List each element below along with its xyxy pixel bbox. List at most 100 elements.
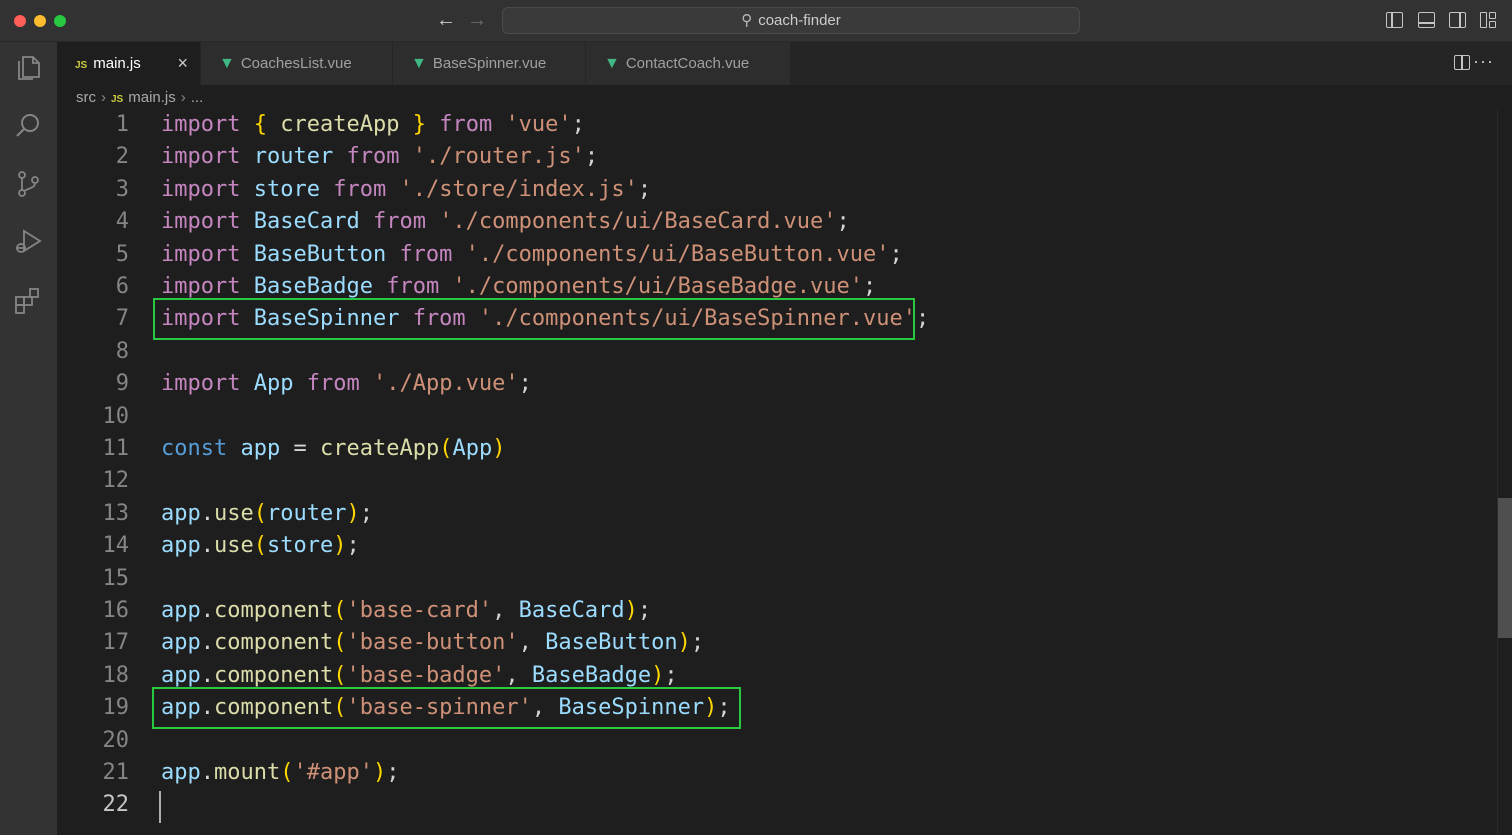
forward-arrow-icon[interactable]: → [467, 9, 487, 31]
code-text: app.mount('#app'); [161, 760, 400, 785]
workspace-name: coach-finder [758, 12, 841, 29]
code-line[interactable]: 15 [57, 563, 1457, 595]
code-line[interactable]: 8 [57, 336, 1457, 368]
code-text: import BaseSpinner from './components/ui… [161, 306, 930, 332]
search-icon[interactable] [12, 110, 44, 142]
explorer-icon[interactable] [12, 52, 44, 84]
line-number: 13 [102, 500, 130, 526]
line-number: 16 [102, 598, 130, 623]
code-text: import store from './store/index.js'; [161, 176, 652, 202]
line-number: 3 [115, 176, 129, 202]
search-icon: ⚲ [741, 12, 753, 29]
line-number: 22 [102, 792, 130, 818]
close-icon[interactable]: × [177, 42, 188, 85]
window-close-button[interactable] [14, 15, 26, 27]
line-number: 19 [102, 695, 130, 721]
vue-file-icon: ▼ [604, 55, 620, 72]
code-text: app.component('base-badge', BaseBadge); [161, 662, 678, 688]
code-text: import BaseButton from './components/ui/… [161, 241, 903, 267]
split-editor-icon[interactable] [1454, 55, 1470, 70]
line-number: 20 [102, 727, 130, 753]
line-number: 12 [102, 468, 130, 494]
scrollbar-thumb[interactable] [1498, 498, 1512, 638]
code-line[interactable]: 16 app.component('base-card', BaseCard); [57, 595, 1457, 627]
tab-contactcoach-vue[interactable]: ▼ ContactCoach.vue [586, 42, 791, 85]
code-line[interactable]: 19 app.component('base-spinner', BaseSpin… [57, 692, 1457, 724]
code-line[interactable]: 21 app.mount('#app'); [57, 757, 1457, 789]
code-line[interactable]: 18 app.component('base-badge', BaseBadge)… [57, 660, 1457, 692]
line-number: 15 [102, 565, 130, 591]
line-number: 21 [102, 760, 130, 785]
code-editor[interactable]: 1 import { createApp } from 'vue'; 2 import… [57, 110, 1497, 835]
line-number: 9 [115, 371, 129, 397]
code-text: app.component('base-card', BaseCard); [161, 598, 652, 623]
code-text: import { createApp } from 'vue'; [161, 112, 585, 137]
line-number: 5 [115, 241, 129, 267]
code-line[interactable]: 17 app.component('base-button', BaseButto… [57, 627, 1457, 659]
code-line[interactable]: 9 import App from './App.vue'; [57, 368, 1457, 400]
activity-bar [0, 42, 57, 835]
source-control-icon[interactable] [12, 168, 44, 200]
breadcrumb-folder[interactable]: src [76, 89, 96, 106]
code-line[interactable]: 10 [57, 401, 1457, 433]
title-bar: ← → ⚲ coach-finder [0, 0, 1512, 42]
customize-layout-icon[interactable] [1480, 12, 1497, 28]
javascript-file-icon: JS [75, 60, 88, 71]
code-line[interactable]: 2 import router from './router.js'; [57, 141, 1457, 173]
code-line[interactable]: 4 import BaseCard from './components/ui/B… [57, 206, 1457, 238]
code-line[interactable]: 11 const app = createApp(App) [57, 433, 1457, 465]
more-actions-icon[interactable]: ··· [1473, 42, 1494, 80]
command-center-search[interactable]: ⚲ coach-finder [502, 7, 1080, 34]
code-line[interactable]: 20 [57, 725, 1457, 757]
code-text: app.component('base-spinner', BaseSpinne… [161, 695, 731, 721]
code-text: import BaseBadge from './components/ui/B… [161, 274, 877, 299]
extensions-icon[interactable] [12, 284, 44, 316]
code-text: app.use(store); [161, 533, 360, 559]
code-line[interactable]: 14 app.use(store); [57, 530, 1457, 562]
window-maximize-button[interactable] [54, 15, 66, 27]
line-number: 18 [102, 662, 130, 688]
line-number: 2 [115, 144, 129, 170]
toggle-panel-icon[interactable] [1418, 12, 1435, 28]
line-number: 1 [115, 112, 129, 137]
vertical-scrollbar[interactable] [1497, 110, 1512, 835]
code-text: app.component('base-button', BaseButton)… [161, 630, 705, 656]
line-number: 17 [102, 630, 130, 656]
tab-main-js[interactable]: JS main.js × [57, 42, 201, 85]
window-minimize-button[interactable] [34, 15, 46, 27]
code-text: import App from './App.vue'; [161, 371, 532, 397]
code-line[interactable]: 1 import { createApp } from 'vue'; [57, 109, 1457, 141]
line-number: 11 [102, 436, 130, 461]
breadcrumb-file[interactable]: main.js [128, 89, 176, 106]
text-cursor [159, 791, 161, 823]
code-line[interactable]: 7 import BaseSpinner from './components/u… [57, 303, 1457, 335]
editor-tab-bar: JS main.js × ▼ CoachesList.vue ▼ BaseSpinne… [57, 42, 1512, 85]
line-number: 7 [115, 306, 129, 332]
toggle-primary-sidebar-icon[interactable] [1386, 12, 1403, 28]
tab-coacheslist-vue[interactable]: ▼ CoachesList.vue [201, 42, 393, 85]
code-line[interactable]: 12 [57, 465, 1457, 497]
tab-basespinner-vue[interactable]: ▼ BaseSpinner.vue [393, 42, 586, 85]
code-text: app.use(router); [161, 500, 373, 526]
code-line[interactable]: 6 import BaseBadge from './components/ui/… [57, 271, 1457, 303]
code-line[interactable]: 3 import store from './store/index.js'; [57, 174, 1457, 206]
code-line[interactable]: 5 import BaseButton from './components/ui… [57, 239, 1457, 271]
run-debug-icon[interactable] [12, 226, 44, 258]
vue-file-icon: ▼ [219, 55, 235, 72]
toggle-secondary-sidebar-icon[interactable] [1449, 12, 1466, 28]
tab-label: main.js [93, 55, 141, 72]
line-number: 10 [102, 403, 130, 429]
code-text: import router from './router.js'; [161, 144, 599, 170]
tab-label: ContactCoach.vue [625, 55, 750, 72]
code-line[interactable]: 22 [57, 789, 1457, 821]
breadcrumb: src › JS main.js ›... [76, 86, 203, 110]
code-text: const app = createApp(App) [161, 436, 506, 461]
line-number: 8 [115, 338, 129, 364]
code-line[interactable]: 13 app.use(router); [57, 498, 1457, 530]
chevron-right-icon: › [180, 89, 186, 106]
tab-label: BaseSpinner.vue [432, 55, 547, 72]
chevron-right-icon: › [101, 89, 106, 106]
back-arrow-icon[interactable]: ← [436, 9, 456, 31]
breadcrumb-symbol[interactable]: ... [191, 89, 204, 106]
line-number: 14 [102, 533, 130, 559]
